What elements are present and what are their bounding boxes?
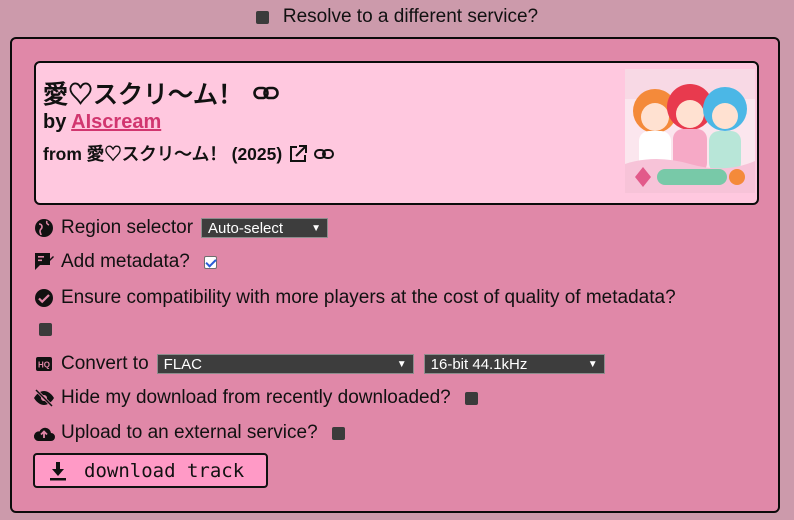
chevron-down-icon: ▼ [311, 222, 322, 234]
resolve-checkbox[interactable] [255, 10, 269, 24]
download-panel: 愛♡スクリ〜ム！ by AIscream from 愛♡スクリ〜ム！ (2025… [10, 37, 780, 513]
format-select[interactable]: FLAC ▼ [156, 354, 414, 374]
quality-select-value: 16-bit 44.1kHz [430, 355, 528, 373]
artist-link[interactable]: AIscream [71, 111, 161, 133]
region-select[interactable]: Auto-select ▼ [201, 218, 329, 238]
hq-icon: HQ [33, 353, 55, 375]
convert-label: Convert to [61, 353, 149, 374]
upload-label: Upload to an external service? [61, 422, 318, 443]
by-prefix: by [43, 111, 67, 133]
metadata-row: Add metadata? [33, 251, 217, 273]
track-title: 愛♡スクリ〜ム！ [43, 81, 244, 109]
region-row: Region selector Auto-select ▼ [33, 217, 329, 239]
album-line: from 愛♡スクリ〜ム！ (2025) [43, 141, 335, 166]
download-icon [48, 461, 68, 481]
compat-checkbox[interactable] [39, 323, 52, 336]
track-title-row: 愛♡スクリ〜ム！ [43, 75, 279, 111]
quality-select[interactable]: 16-bit 44.1kHz ▼ [423, 354, 605, 374]
resolve-label: Resolve to a different service? [282, 6, 539, 27]
region-select-value: Auto-select [208, 219, 284, 237]
svg-text:HQ: HQ [38, 361, 50, 370]
upload-checkbox[interactable] [331, 426, 345, 440]
eye-off-icon [33, 387, 55, 409]
check-circle-icon [33, 287, 55, 309]
resolve-row: Resolve to a different service? [0, 6, 794, 28]
upload-row: Upload to an external service? [33, 422, 345, 444]
artist-line: by AIscream [43, 111, 161, 134]
metadata-checkbox[interactable] [203, 255, 217, 269]
globe-icon [33, 217, 55, 239]
compat-label: Ensure compatibility with more players a… [61, 287, 676, 308]
quality-chevron-down-icon: ▼ [587, 358, 598, 370]
hide-checkbox[interactable] [464, 391, 478, 405]
album-link-icon[interactable] [314, 148, 335, 160]
link-icon[interactable] [253, 86, 279, 100]
download-button-label: download track [84, 459, 245, 482]
album-text: from 愛♡スクリ〜ム！ (2025) [43, 144, 283, 164]
region-label: Region selector [61, 217, 194, 238]
compat-row: Ensure compatibility with more players a… [33, 287, 676, 309]
track-card: 愛♡スクリ〜ム！ by AIscream from 愛♡スクリ〜ム！ (2025… [34, 61, 759, 205]
metadata-label: Add metadata? [61, 251, 190, 272]
download-track-button[interactable]: download track [33, 453, 268, 488]
format-chevron-down-icon: ▼ [396, 358, 407, 370]
metadata-edit-icon [33, 251, 55, 273]
cloud-upload-icon [33, 422, 55, 444]
album-cover [625, 69, 755, 193]
hide-label: Hide my download from recently downloade… [61, 387, 451, 408]
format-select-value: FLAC [163, 355, 202, 373]
convert-row: HQ Convert to FLAC ▼ 16-bit 44.1kHz ▼ [33, 353, 605, 375]
hide-row: Hide my download from recently downloade… [33, 387, 478, 409]
open-external-icon[interactable] [288, 144, 308, 164]
